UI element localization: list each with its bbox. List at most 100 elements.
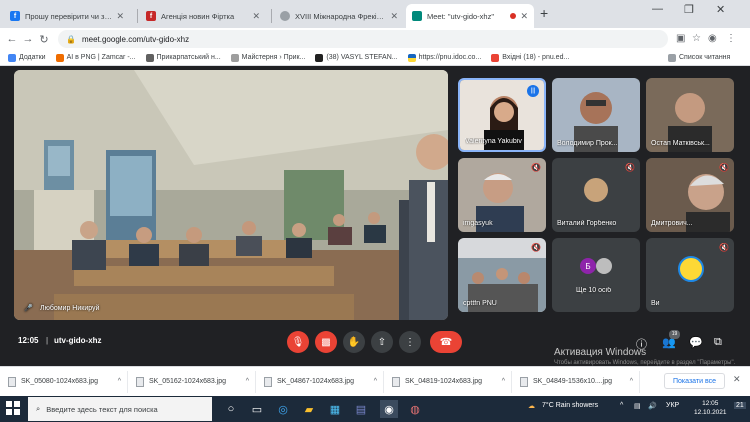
ukraine-flag-icon: [407, 53, 416, 62]
avatar: [584, 178, 608, 202]
chevron-up-icon[interactable]: ^: [374, 378, 377, 385]
bookmark-label: (38) VASYL STEFAN...: [326, 54, 398, 61]
task-switch-icon[interactable]: ▭: [248, 400, 266, 418]
more-options-button[interactable]: ⋮: [399, 331, 421, 353]
raise-hand-button[interactable]: ✋: [343, 331, 365, 353]
star-icon[interactable]: ☆: [692, 33, 701, 44]
store-icon[interactable]: ▦: [326, 400, 344, 418]
bookmark-maisternia[interactable]: Майстерня › Прик...: [230, 53, 305, 62]
taskbar-clock[interactable]: 12:05 12.10.2021: [694, 399, 727, 417]
network-icon[interactable]: ▤: [634, 402, 641, 410]
bookmark-label: Прикарпатський н...: [156, 54, 221, 61]
bookmark-pnu-idoc[interactable]: https://pnu.idoc.co...: [407, 53, 481, 62]
download-item[interactable]: SK_05080-1024x683.jpg ^: [0, 370, 128, 393]
weather-text[interactable]: 7°C Rain showers: [542, 402, 598, 409]
close-tab-icon[interactable]: ✕: [390, 11, 398, 22]
tray-arrow-icon[interactable]: ^: [620, 402, 623, 409]
participant-tile-vitaliy[interactable]: 🔇 Виталий Горбенко: [552, 158, 640, 232]
forward-icon[interactable]: →: [20, 33, 36, 45]
chat-icon[interactable]: 💬: [689, 336, 703, 349]
recording-icon: [510, 13, 517, 19]
participant-tile-self[interactable]: 🔇 Ви: [646, 238, 734, 312]
reload-icon[interactable]: ↻: [36, 33, 52, 46]
tab-firtka[interactable]: f Агенція новин Фіртка ✕: [140, 4, 266, 28]
participant-tile-imgasyuk[interactable]: 🔇 imgasyuk: [458, 158, 546, 232]
mic-toggle-button[interactable]: 🎙: [287, 331, 309, 353]
participant-tile-more[interactable]: Б Ще 10 осіб: [552, 238, 640, 312]
avatar: [678, 256, 704, 282]
windows-activation-title: Активация Windows: [554, 347, 647, 358]
apps-grid-icon: [8, 53, 16, 62]
participant-tile-dmytrovych[interactable]: 🔇 Дмитрович...: [646, 158, 734, 232]
task-view-icon[interactable]: ○: [222, 400, 240, 418]
participant-tile-ostap[interactable]: Остап Матківськ...: [646, 78, 734, 152]
present-button[interactable]: ⇧: [371, 331, 393, 353]
notification-count[interactable]: 21: [734, 402, 746, 409]
participant-tile-volodymyr[interactable]: Володимир Прок...: [552, 78, 640, 152]
download-item[interactable]: SK_04867-1024x683.jpg ^: [256, 370, 384, 393]
bookmark-vasyl[interactable]: (38) VASYL STEFAN...: [315, 53, 398, 62]
chrome-icon[interactable]: ◉: [380, 400, 398, 418]
edge-icon[interactable]: ◎: [274, 400, 292, 418]
teams-icon[interactable]: ▤: [352, 400, 370, 418]
main-tile-name: Любомир Никируй: [40, 305, 100, 312]
hangup-icon: ☎: [439, 336, 453, 348]
participant-tile-valentyna[interactable]: ||| Valentyna Yakubiv: [458, 78, 546, 152]
download-item[interactable]: SK_05162-1024x683.jpg ^: [128, 370, 256, 393]
address-bar[interactable]: 🔒 meet.google.com/utv-gido-xhz: [58, 30, 668, 48]
close-window-icon[interactable]: ✕: [716, 3, 725, 16]
show-all-downloads-button[interactable]: Показати все: [664, 373, 725, 389]
bookmark-label: AI в PNG | Zamсar -...: [66, 54, 136, 61]
tab-conference[interactable]: XVIII Міжнародна Фреківська кон ✕: [274, 4, 404, 28]
gmail-icon: [491, 53, 500, 62]
volume-icon[interactable]: 🔊: [648, 402, 657, 410]
activities-icon[interactable]: ⧉: [714, 336, 722, 349]
back-icon[interactable]: ←: [4, 33, 20, 45]
close-tab-icon[interactable]: ✕: [520, 11, 528, 22]
windows-start-icon[interactable]: [6, 401, 20, 415]
tab-meet[interactable]: Meet: "utv-gido-xhz" ✕: [406, 4, 534, 28]
bookmark-prykarp[interactable]: Прикарпатський н...: [145, 53, 221, 62]
bookmark-zamzar[interactable]: AI в PNG | Zamсar -...: [55, 53, 136, 62]
chevron-up-icon[interactable]: ^: [502, 378, 505, 385]
close-downloads-icon[interactable]: ✕: [733, 374, 741, 385]
close-tab-icon[interactable]: ✕: [252, 11, 260, 22]
new-tab-icon[interactable]: +: [540, 5, 548, 21]
tab-separator: [137, 9, 138, 23]
tab-prosu[interactable]: f Прошу перевірити чи змінилась ✕: [4, 4, 130, 28]
chevron-up-icon[interactable]: ^: [630, 378, 633, 385]
participant-tile-cpttfn[interactable]: 🔇 cpttfn PNU: [458, 238, 546, 312]
language-indicator[interactable]: УКР: [666, 402, 679, 409]
main-video-tile[interactable]: 🎤 Любомир Никируй: [14, 70, 448, 320]
download-item[interactable]: SK_04819-1024x683.jpg ^: [384, 370, 512, 393]
camera-toggle-button[interactable]: ▩: [315, 331, 337, 353]
windows-taskbar: ⌕ Введите здесь текст для поиска ○ ▭ ◎ ▰…: [0, 396, 750, 422]
image-file-icon: [136, 376, 144, 387]
app-icon[interactable]: ◍: [406, 400, 424, 418]
image-file-icon: [520, 376, 528, 387]
mic-off-icon: 🔇: [719, 243, 729, 252]
speaking-icon: |||: [527, 85, 539, 97]
mic-off-icon: 🔇: [625, 163, 635, 172]
mic-off-icon: 🎙: [291, 336, 305, 348]
bookmark-apps[interactable]: Додатки: [8, 53, 46, 62]
chevron-up-icon[interactable]: ^: [246, 378, 249, 385]
leave-call-button[interactable]: ☎: [430, 331, 462, 353]
file-explorer-icon[interactable]: ▰: [300, 400, 318, 418]
reading-list[interactable]: Список читання: [668, 53, 730, 62]
restore-icon[interactable]: ❐: [684, 3, 694, 16]
show-all-label: Показати все: [673, 377, 716, 385]
browser-toolbar: ← → ↻ 🔒 meet.google.com/utv-gido-xhz ▣ ☆…: [0, 28, 750, 50]
close-tab-icon[interactable]: ✕: [116, 11, 124, 22]
download-item[interactable]: SK_04849-1536x10....jpg ^: [512, 370, 640, 393]
meeting-code: utv-gido-xhz: [54, 336, 102, 345]
taskbar-search[interactable]: ⌕ Введите здесь текст для поиска: [28, 397, 212, 421]
minimize-icon[interactable]: —: [652, 3, 663, 15]
more-vert-icon: ⋮: [405, 336, 415, 348]
bookmark-inbox[interactable]: Вхідні (18) - pnu.ed...: [491, 53, 569, 62]
profile-icon[interactable]: ◉: [708, 33, 717, 44]
taskbar-time: 12:05: [702, 400, 719, 407]
chevron-up-icon[interactable]: ^: [118, 378, 121, 385]
menu-icon[interactable]: ⋮: [726, 33, 736, 44]
camera-icon[interactable]: ▣: [676, 33, 685, 44]
